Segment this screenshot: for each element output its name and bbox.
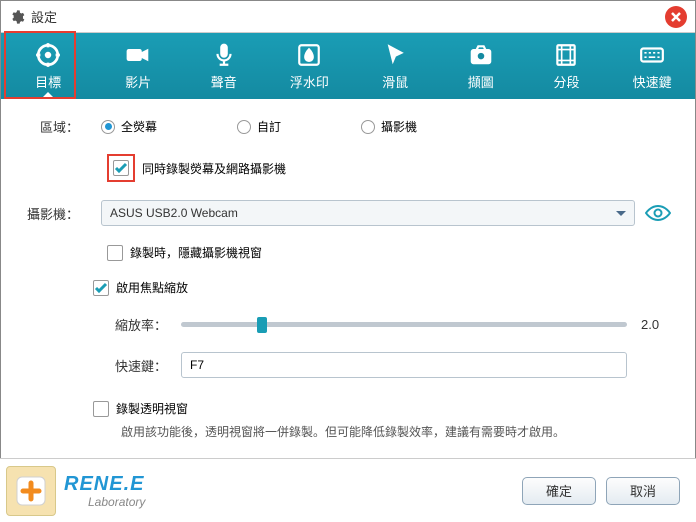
- checkbox-hide-camera[interactable]: [107, 245, 123, 261]
- checkbox-highlight: [107, 154, 135, 182]
- zoom-slider[interactable]: [181, 314, 627, 334]
- tab-video[interactable]: 影片: [95, 33, 181, 99]
- check-icon: [114, 161, 128, 175]
- close-button[interactable]: [665, 6, 687, 28]
- gear-icon: [9, 9, 25, 25]
- mic-icon: [211, 42, 237, 68]
- tab-target[interactable]: 目標: [1, 33, 95, 99]
- brand-sub: Laboratory: [88, 496, 145, 508]
- zoom-label: 縮放率：: [107, 315, 181, 334]
- tab-hotkeys[interactable]: 快速鍵: [609, 33, 695, 99]
- preview-camera-button[interactable]: [645, 204, 671, 222]
- video-icon: [125, 42, 151, 68]
- cursor-icon: [382, 42, 408, 68]
- radio-custom[interactable]: 自訂: [237, 118, 281, 135]
- focus-zoom-label: 啟用焦點縮放: [116, 279, 188, 296]
- hotkey-label: 快速鍵：: [107, 356, 181, 375]
- film-icon: [553, 42, 579, 68]
- slider-thumb[interactable]: [257, 317, 267, 333]
- region-label: 區域：: [25, 117, 93, 136]
- radio-fullscreen[interactable]: 全熒幕: [101, 118, 157, 135]
- checkbox-focus-zoom[interactable]: [93, 280, 109, 296]
- transparent-label: 錄製透明視窗: [116, 400, 188, 417]
- camera-label: 攝影機：: [25, 204, 93, 223]
- camera-icon: [468, 42, 494, 68]
- ok-button[interactable]: 確定: [522, 477, 596, 505]
- close-icon: [670, 11, 682, 23]
- dialog-title: 設定: [31, 7, 57, 26]
- brand-name: RENE.E: [64, 474, 145, 494]
- radio-camera[interactable]: 攝影機: [361, 118, 417, 135]
- checkbox-dual-record[interactable]: [113, 160, 129, 176]
- tab-screenshot[interactable]: 擷圖: [438, 33, 524, 99]
- checkbox-transparent-window[interactable]: [93, 401, 109, 417]
- target-icon: [35, 42, 61, 68]
- cancel-button[interactable]: 取消: [606, 477, 680, 505]
- watermark-icon: [296, 42, 322, 68]
- tab-segment[interactable]: 分段: [524, 33, 610, 99]
- brand-logo: [6, 466, 56, 516]
- hide-camera-label: 錄製時，隱藏攝影機視窗: [130, 244, 262, 261]
- tab-watermark[interactable]: 浮水印: [267, 33, 353, 99]
- transparent-description: 啟用該功能後，透明視窗將一併錄製。但可能降低錄製效率，建議有需要時才啟用。: [121, 423, 671, 442]
- camera-select[interactable]: ASUS USB2.0 Webcam: [101, 200, 635, 226]
- check-icon: [94, 281, 108, 295]
- hotkey-input[interactable]: [181, 352, 627, 378]
- dual-record-label: 同時錄製熒幕及網路攝影機: [142, 160, 286, 177]
- keyboard-icon: [639, 42, 665, 68]
- eye-icon: [645, 204, 671, 222]
- tab-cursor[interactable]: 滑鼠: [352, 33, 438, 99]
- chevron-down-icon: [616, 211, 626, 216]
- zoom-value: 2.0: [641, 317, 671, 332]
- tab-audio[interactable]: 聲音: [181, 33, 267, 99]
